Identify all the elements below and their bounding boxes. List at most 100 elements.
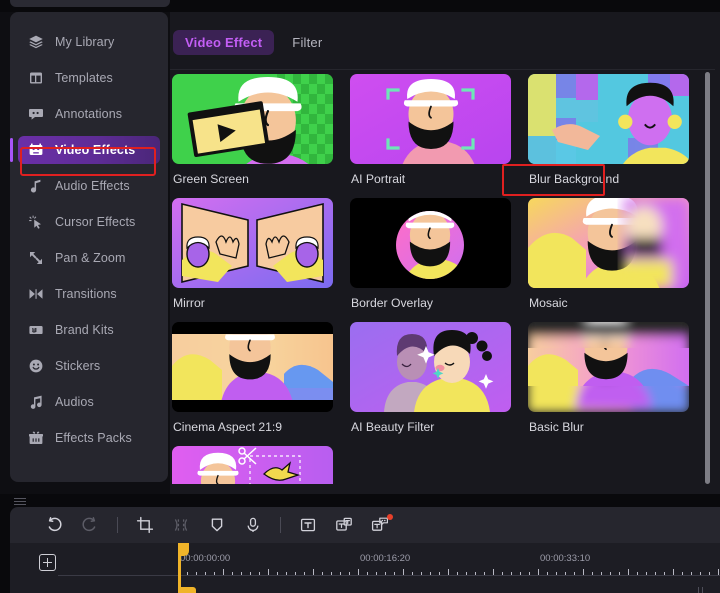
- timeline-toolbar: [10, 507, 720, 543]
- sidebar-item-label: Stickers: [55, 359, 101, 373]
- editor-area: My Library Templates Annotations Video Effe…: [0, 12, 720, 494]
- toolbar-undo-button[interactable]: [36, 510, 72, 540]
- toolbar-crop-button[interactable]: [127, 510, 163, 540]
- effects-grid: Green Screen AI Portrait Blur Background: [172, 74, 712, 494]
- tab-filter[interactable]: Filter: [280, 30, 334, 55]
- effect-thumbnail-mosaic[interactable]: [528, 198, 689, 288]
- sidebar-item-label: Audio Effects: [55, 179, 130, 193]
- sidebar-item-audio-effects[interactable]: Audio Effects: [18, 172, 160, 200]
- panel-splitter[interactable]: [0, 494, 720, 508]
- sidebar-item-audios[interactable]: Audios: [18, 388, 160, 416]
- pan-zoom-icon: [28, 250, 44, 266]
- split-icon: [172, 516, 190, 534]
- sidebar-item-effects-packs[interactable]: Effects Packs: [18, 424, 160, 452]
- effect-label: Cinema Aspect 21:9: [173, 420, 283, 434]
- splitter-grip-icon: [14, 498, 26, 505]
- effect-label: Basic Blur: [529, 420, 584, 434]
- toolbar-redo-button[interactable]: [72, 510, 108, 540]
- effect-label: Border Overlay: [351, 296, 433, 310]
- effect-thumbnail-ai-beauty-filter[interactable]: [350, 322, 511, 412]
- effect-card[interactable]: Cinema Aspect 21:9: [172, 322, 350, 446]
- sidebar-item-label: Audios: [55, 395, 94, 409]
- effect-label: Blur Background: [529, 172, 620, 186]
- effects-scrollbar[interactable]: [705, 72, 710, 484]
- sidebar-item-brand-kits[interactable]: B Brand Kits: [18, 316, 160, 344]
- tab-video-effect[interactable]: Video Effect: [173, 29, 275, 55]
- effect-thumbnail-cinema-aspect[interactable]: [172, 322, 333, 412]
- svg-text:B: B: [33, 328, 36, 332]
- toolbar-record-voiceover-button[interactable]: [235, 510, 271, 540]
- stickers-icon: [28, 358, 44, 374]
- sidebar-item-transitions[interactable]: Transitions: [18, 280, 160, 308]
- timeline-section: 00:00:00:0000:00:16:2000:00:33:1000: [10, 507, 720, 593]
- sidebar-item-pan-zoom[interactable]: Pan & Zoom: [18, 244, 160, 272]
- timeline-clip-edge[interactable]: [178, 587, 196, 593]
- sidebar-item-label: Video Effects: [55, 143, 136, 157]
- sidebar-item-video-effects[interactable]: Video Effects: [10, 136, 160, 164]
- timeline-ruler-area: 00:00:00:0000:00:16:2000:00:33:1000: [10, 543, 720, 593]
- grid-bottom-fade: [170, 484, 720, 494]
- brand-kits-icon: B: [28, 322, 44, 338]
- effect-thumbnail-green-screen[interactable]: [172, 74, 333, 164]
- effects-packs-icon: [28, 430, 44, 446]
- timeline-timecode: 00:00:00:00: [180, 553, 231, 564]
- effect-card[interactable]: AI Beauty Filter: [350, 322, 528, 446]
- toolbar-separator: [117, 517, 118, 533]
- effect-card[interactable]: AI Portrait: [350, 74, 528, 198]
- caption-icon: [371, 516, 389, 534]
- effect-thumbnail-ai-portrait[interactable]: [350, 74, 511, 164]
- effect-thumbnail-basic-blur[interactable]: [528, 322, 689, 412]
- effect-label: Mosaic: [529, 296, 568, 310]
- effect-card[interactable]: Basic Blur: [528, 322, 706, 446]
- crop-icon: [136, 516, 154, 534]
- audios-icon: [28, 394, 44, 410]
- sidebar-item-annotations[interactable]: Annotations: [18, 100, 160, 128]
- effect-label: AI Beauty Filter: [351, 420, 435, 434]
- toolbar-marker-button[interactable]: [199, 510, 235, 540]
- effect-card[interactable]: Blur Background: [528, 74, 706, 198]
- sidebar-item-label: Transitions: [55, 287, 117, 301]
- effect-thumbnail-mirror[interactable]: [172, 198, 333, 288]
- timeline-ruler[interactable]: 00:00:00:0000:00:16:2000:00:33:1000: [10, 543, 720, 593]
- sidebar-item-label: Brand Kits: [55, 323, 114, 337]
- resize-grip-icon: [698, 582, 708, 593]
- sidebar: My Library Templates Annotations Video Effe…: [10, 12, 168, 482]
- sidebar-item-label: Annotations: [55, 107, 123, 121]
- effect-card[interactable]: Mosaic: [528, 198, 706, 322]
- marker-icon: [208, 516, 226, 534]
- record-voiceover-icon: [244, 516, 262, 534]
- sidebar-item-label: Pan & Zoom: [55, 251, 126, 265]
- video-editor-window: My Library Templates Annotations Video Effe…: [0, 0, 720, 593]
- sidebar-item-stickers[interactable]: Stickers: [18, 352, 160, 380]
- toolbar-sticker-text-button[interactable]: [326, 510, 362, 540]
- audio-effects-icon: [28, 178, 44, 194]
- timeline-timecode: 00:00:33:10: [540, 553, 591, 564]
- effect-card[interactable]: Border Overlay: [350, 198, 528, 322]
- effect-card[interactable]: Mirror: [172, 198, 350, 322]
- cursor-effects-icon: [28, 214, 44, 230]
- sidebar-item-label: My Library: [55, 35, 115, 49]
- effect-thumbnail-border-overlay[interactable]: [350, 198, 511, 288]
- sidebar-item-label: Cursor Effects: [55, 215, 136, 229]
- toolbar-text-button[interactable]: [290, 510, 326, 540]
- sidebar-item-my-library[interactable]: My Library: [18, 28, 160, 56]
- sticker-text-icon: [335, 516, 353, 534]
- templates-icon: [28, 70, 44, 86]
- sidebar-item-templates[interactable]: Templates: [18, 64, 160, 92]
- ruler-baseline: [58, 575, 720, 576]
- toolbar-caption-button[interactable]: [362, 510, 398, 540]
- tabs-divider: [170, 69, 715, 70]
- undo-icon: [45, 516, 63, 534]
- effect-card[interactable]: Green Screen: [172, 74, 350, 198]
- sidebar-item-label: Effects Packs: [55, 431, 132, 445]
- text-icon: [299, 516, 317, 534]
- timeline-timecode: 00:00:16:20: [360, 553, 411, 564]
- toolbar-split-button[interactable]: [163, 510, 199, 540]
- playhead-handle[interactable]: [178, 543, 189, 556]
- layers-icon: [28, 34, 44, 50]
- effect-label: Green Screen: [173, 172, 249, 186]
- effects-panel: Video Effect Filter Green Screen AI Port…: [170, 12, 720, 494]
- sidebar-item-cursor-effects[interactable]: Cursor Effects: [18, 208, 160, 236]
- effect-thumbnail-blur-background[interactable]: [528, 74, 689, 164]
- sidebar-item-label: Templates: [55, 71, 113, 85]
